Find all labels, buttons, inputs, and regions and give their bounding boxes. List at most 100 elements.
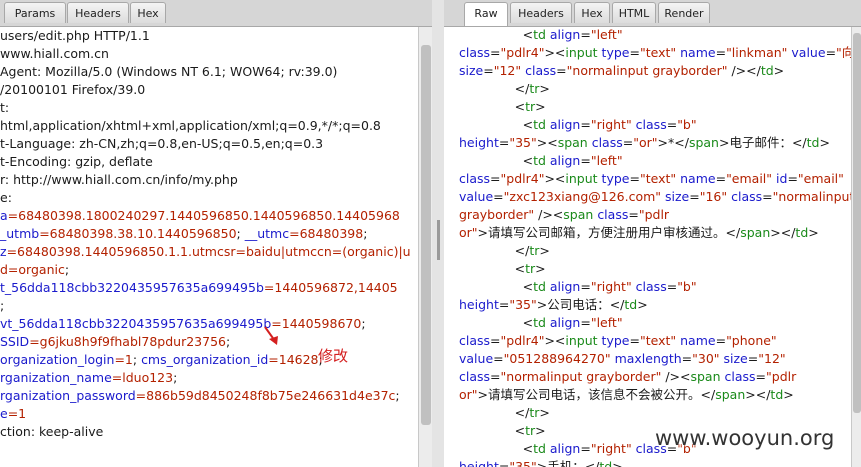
left-token: SSID	[0, 334, 30, 349]
right-token: >	[539, 243, 550, 258]
right-token: =	[490, 45, 501, 60]
right-token: td	[533, 117, 550, 132]
right-token: ><	[544, 333, 566, 348]
right-token: =	[580, 441, 591, 456]
right-token: type	[601, 171, 630, 186]
right-token: span	[690, 369, 725, 384]
right-token: id	[776, 171, 788, 186]
left-line: e=1	[0, 405, 26, 423]
right-token: value	[459, 351, 494, 366]
right-token: "email"	[726, 171, 777, 186]
right-line: <tr>	[459, 260, 546, 278]
left-token: t-Language: zh-CN,zh;q=0.8,en-US;q=0.5,e…	[0, 136, 324, 151]
right-token: "or"	[633, 135, 658, 150]
right-token: =	[666, 279, 678, 294]
left-token: ;	[395, 388, 400, 403]
left-line: z=68480398.1440596850.1.1.utmcsr=baidu|u…	[0, 243, 411, 261]
request-scrollbar[interactable]	[418, 27, 432, 467]
right-token: "text"	[639, 171, 681, 186]
right-token: >电子邮件：</	[718, 135, 807, 150]
right-token: class	[635, 279, 667, 294]
tab-raw[interactable]: Raw	[464, 2, 508, 26]
right-token: =	[825, 45, 837, 60]
tab-params[interactable]: Params	[4, 2, 66, 23]
right-token: =	[755, 369, 767, 384]
right-token: size	[723, 351, 748, 366]
right-token: "linkman"	[726, 45, 792, 60]
right-token: tr	[525, 99, 536, 114]
right-token: span	[688, 135, 719, 150]
right-token: "35"	[509, 135, 537, 150]
right-token: td	[624, 297, 638, 312]
right-line: height="35">手机：</td>	[459, 458, 623, 467]
right-token: </	[459, 243, 530, 258]
right-token: height	[459, 459, 499, 467]
right-token: type	[601, 333, 630, 348]
right-token: "12"	[758, 351, 786, 366]
tab-hex[interactable]: Hex	[130, 2, 166, 23]
right-token: span	[563, 207, 598, 222]
response-tab-bar: Raw Headers Hex HTML Render	[444, 0, 861, 27]
left-token: cms_organization_id	[141, 352, 269, 367]
right-token: align	[549, 27, 581, 42]
left-token: html,application/xhtml+xml,application/x…	[0, 118, 381, 133]
right-token: ><	[536, 135, 558, 150]
right-line: </tr>	[459, 80, 550, 98]
response-scrollbar-thumb[interactable]	[853, 33, 861, 413]
right-line: value="051288964270" maxlength="30" size…	[459, 350, 786, 368]
right-token: <	[459, 315, 534, 330]
annotation-label: 修改	[318, 347, 349, 365]
right-token: <	[459, 99, 526, 114]
left-token: ;	[173, 370, 178, 385]
left-line: _utmb=68480398.38.10.1440596850; __utmc=…	[0, 225, 367, 243]
right-token: "30"	[692, 351, 724, 366]
request-scrollbar-thumb[interactable]	[421, 45, 431, 425]
right-token: =	[689, 189, 700, 204]
left-token: =lduo123	[111, 370, 174, 385]
right-token: /></	[731, 63, 761, 78]
right-token: class	[731, 189, 763, 204]
right-token: align	[549, 441, 581, 456]
left-line: t-Encoding: gzip, deflate	[0, 153, 153, 171]
tab-headers[interactable]: Headers	[510, 2, 572, 23]
response-editor[interactable]: <td align="left" class="pdlr4"><input typ…	[444, 27, 851, 467]
right-token: align	[549, 315, 581, 330]
tab-hex[interactable]: Hex	[574, 2, 610, 23]
right-token: "left"	[590, 27, 623, 42]
right-token: "pdlr4"	[500, 171, 545, 186]
left-line: users/edit.php HTTP/1.1	[0, 27, 150, 45]
right-token: =	[493, 189, 504, 204]
watermark: www.wooyun.org	[655, 426, 835, 450]
right-token: "pdlr	[766, 369, 797, 384]
tab-headers[interactable]: Headers	[67, 2, 129, 23]
left-token: =68480398.38.10.1440596850	[39, 226, 237, 241]
left-line: vt_56dda118cbb3220435957635a699495b=1440…	[0, 315, 366, 333]
right-token: name	[680, 45, 716, 60]
right-line: <td align="left"	[459, 314, 623, 332]
right-token: "向主	[836, 45, 851, 60]
tab-html[interactable]: HTML	[612, 2, 656, 23]
request-editor[interactable]: users/edit.php HTTP/1.1 www.hiall.com.cn A…	[0, 27, 418, 467]
right-token: tr	[529, 81, 540, 96]
response-scrollbar[interactable]	[851, 27, 861, 467]
right-token: =	[715, 45, 727, 60]
right-token: =	[498, 459, 510, 467]
right-token: "16"	[699, 189, 732, 204]
right-token: "b"	[677, 279, 697, 294]
right-token: input	[565, 333, 602, 348]
tab-render[interactable]: Render	[658, 2, 710, 23]
right-token: =	[498, 297, 510, 312]
left-line: t-Language: zh-CN,zh;q=0.8,en-US;q=0.5,e…	[0, 135, 323, 153]
right-token: =	[715, 333, 727, 348]
left-line: rganization_name=lduo123;	[0, 369, 177, 387]
left-token: __utmc	[244, 226, 290, 241]
splitter-handle[interactable]	[437, 220, 440, 260]
right-token: =	[622, 135, 634, 150]
right-token: "zxc123xiang@126.com"	[503, 189, 665, 204]
right-token: <	[459, 117, 534, 132]
right-token: value	[791, 45, 826, 60]
right-token: td	[770, 387, 784, 402]
right-line: </tr>	[459, 404, 550, 422]
right-token: height	[459, 135, 499, 150]
right-line: size="12" class="normalinput grayborder"…	[459, 62, 784, 80]
